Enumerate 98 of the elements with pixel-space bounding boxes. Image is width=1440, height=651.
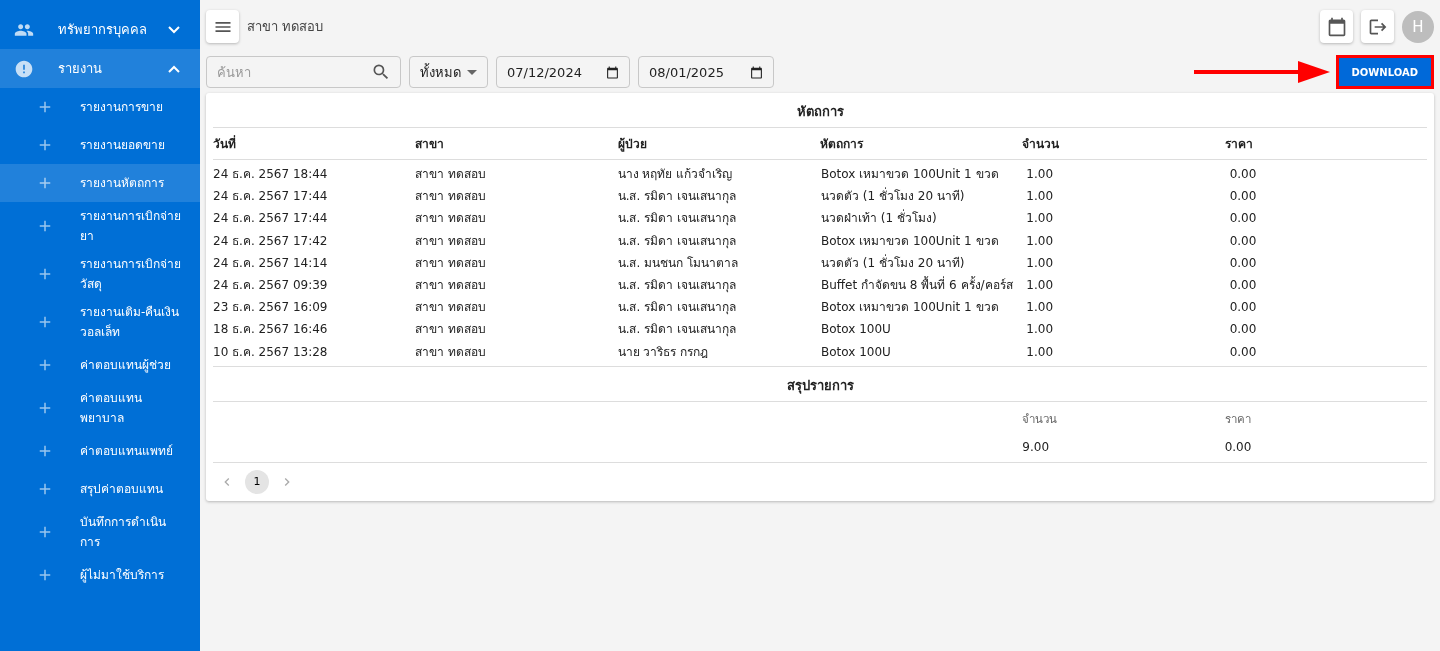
menu-item[interactable]: บันทึกการดำเนินการ [0,508,200,556]
table-cell-text: 0.00 [1228,276,1258,294]
table-cell-text: 0.00 [1228,321,1258,339]
table-cell-text: 1.00 [1025,188,1055,206]
menu-item[interactable]: ค่าตอบแทนพยาบาล [0,384,200,432]
calendar-icon [750,65,763,79]
menu-item[interactable]: ค่าตอบแทนผู้ช่วย [0,346,200,384]
menu-item[interactable]: รายงานการเบิกจ่ายวัสดุ [0,250,200,298]
table-cell-text: สาขา ทดสอบ [415,232,488,250]
table-cell-text: 1.00 [1025,276,1055,294]
table-cell-text: Botox เหมาขวด 100Unit 1 ขวด [820,166,1000,183]
table-cell-text: น.ส. รมิดา เจนเสนากุล [617,276,737,295]
table-cell-text: Buffet กำจัดขน 8 พื้นที่ 6 ครั้ง/คอร์ส [820,275,1014,294]
table-cell-text: 0.00 [1228,343,1258,361]
table-cell-text: น.ส. รมิดา เจนเสนากุล [617,321,737,339]
table-cell-text: น.ส. รมิดา เจนเสนากุล [617,188,737,206]
search-icon [371,62,391,82]
menu-item[interactable]: รายงานการเบิกจ่ายยา [0,202,200,250]
table-cell-text: น.ส. รมิดา เจนเสนากุล [617,210,737,228]
search-field[interactable]: ค้นหา [206,56,401,88]
menu-item[interactable]: ค่าตอบแทนแพทย์ [0,432,200,470]
summary-value: 0.00 [1224,438,1253,456]
table-cell-text: สาขา ทดสอบ [415,210,488,228]
menu-item[interactable]: รายงานหัตถการ [0,164,200,202]
table-cell-text: สาขา ทดสอบ [415,166,488,183]
table-cell-text: น.ส. รมิดา เจนเสนากุล [617,232,737,251]
table-cell-text: นวดตัว (1 ชั่วโมง 20 นาที) [820,186,966,206]
menu-group[interactable]: รายงาน [0,49,200,88]
summary-label: ราคา [1224,410,1252,428]
table-cell-text: 0.00 [1228,232,1258,250]
table-cell-text: 24 ธ.ค. 2567 14:14 [213,254,329,272]
table-cell-text: สาขา ทดสอบ [415,254,488,272]
table-cell-text: 10 ธ.ค. 2567 13:28 [213,343,329,361]
column-header: ผู้ป่วย [617,128,820,160]
table-cell-text: สาขา ทดสอบ [415,343,488,361]
summary-value: 9.00 [1022,438,1051,456]
table-cell-text: 1.00 [1025,299,1055,317]
logout-button[interactable] [1361,10,1394,43]
table-cell-text: 24 ธ.ค. 2567 18:44 [213,166,329,183]
table-cell-text: 1.00 [1025,254,1055,272]
menu-button[interactable] [206,10,239,43]
table-cell-text: 24 ธ.ค. 2567 17:44 [213,210,329,228]
calendar-icon [1326,16,1347,37]
table-cell-text: 18 ธ.ค. 2567 16:46 [213,321,329,339]
column-header: สาขา [415,128,618,160]
caret-icon [467,69,477,75]
table-cell-text: นาย วาริธร กรกฎ [617,343,710,361]
calendar-button[interactable] [1320,10,1353,43]
table-cell-text: 1.00 [1025,210,1055,228]
table-cell-text: Botox 100U [820,321,892,339]
page-button[interactable]: 1 [245,469,269,494]
chevron-up-icon [168,64,180,73]
table-cell-text: 24 ธ.ค. 2567 17:42 [213,232,329,250]
table-title: หัตถการ [213,93,1427,128]
table-cell-text: สาขา ทดสอบ [415,276,488,294]
chevron-down-icon [168,25,180,34]
table-cell-text: น.ส. รมิดา เจนเสนากุล [617,299,737,317]
date-field[interactable]: 07/12/2024 [496,56,630,88]
table-cell-text: Botox เหมาขวด 100Unit 1 ขวด [820,299,1000,317]
exclamation-icon [14,58,34,79]
menu-item[interactable]: รายงานการขาย [0,88,200,126]
table-cell-text: 24 ธ.ค. 2567 17:44 [213,188,329,206]
branch-name: สาขา ทดสอบ [247,18,325,36]
date-field[interactable]: 08/01/2025 [638,56,774,88]
table-cell-text: 0.00 [1228,166,1258,183]
table-cell-text: 0.00 [1228,210,1258,228]
table-cell-text: 0.00 [1228,299,1258,317]
column-header: จำนวน [1022,128,1225,160]
table-cell-text: สาขา ทดสอบ [415,299,488,317]
table-cell-text: 0.00 [1228,188,1258,206]
menu-item[interactable]: ผู้ไม่มาใช้บริการ [0,556,200,594]
column-header: วันที่ [213,128,416,160]
table-cell-text: 1.00 [1025,232,1055,250]
table-cell-text: 23 ธ.ค. 2567 16:09 [213,299,329,317]
menu-item[interactable]: รายงานเติม-คืนเงินวอลเล็ท [0,298,200,346]
column-header: ราคา [1224,128,1427,160]
download-button[interactable]: DOWNLOAD [1335,55,1434,89]
table-cell-text: 1.00 [1025,343,1055,361]
table-cell-text: Botox เหมาขวด 100Unit 1 ขวด [820,232,1000,250]
table-cell-text: นวดตัว (1 ชั่วโมง 20 นาที) [820,253,966,272]
table-cell-text: นวดฝ่าเท้า (1 ชั่วโมง) [820,208,938,228]
summary-title: สรุปรายการ [213,366,1427,402]
table-cell-text: 1.00 [1025,321,1055,339]
table-cell-text: Botox 100U [820,343,892,361]
filter-select[interactable]: ทั้งหมด [409,56,488,88]
table-cell-text: สาขา ทดสอบ [415,321,488,339]
summary-label: จำนวน [1022,410,1059,428]
table-cell-text: น.ส. มนชนก โมนาตาล [617,254,739,272]
menu-item[interactable]: สรุปค่าตอบแทน [0,470,200,508]
column-header: หัตถการ [820,128,1023,160]
table-cell-text: 1.00 [1025,166,1055,183]
table-cell-text: นาง หฤทัย แก้วจำเริญ [617,166,734,183]
table-cell-text: 0.00 [1228,254,1258,272]
menu-item[interactable]: รายงานยอดขาย [0,126,200,164]
table-cell-text: 24 ธ.ค. 2567 09:39 [213,276,329,294]
table-cell-text: สาขา ทดสอบ [415,188,488,206]
menu-group[interactable]: ทรัพยากรบุคคล [0,10,200,49]
calendar-icon [606,65,619,79]
